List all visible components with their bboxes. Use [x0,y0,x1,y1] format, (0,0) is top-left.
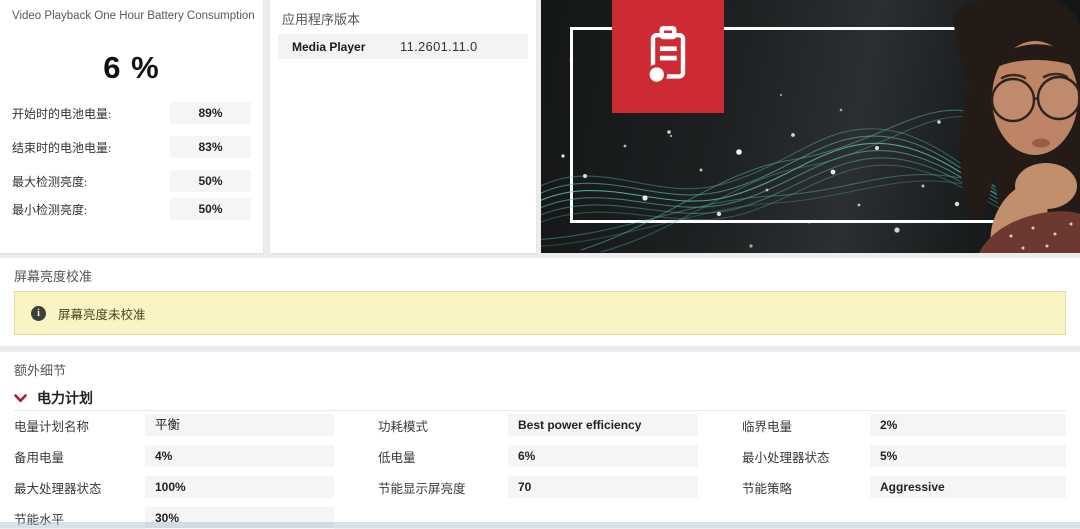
pp-value: 70 [508,476,698,498]
pp-label: 临界电量 [742,416,870,435]
battery-card-rows: 开始时的电池电量: 89% 结束时的电池电量: 83% 最大检测亮度: 50% … [12,102,251,232]
field-value: 50% [170,170,251,192]
pp-value: 平衡 [145,414,334,436]
battery-report-badge [612,0,724,113]
brightness-warning-text: 屏幕亮度未校准 [58,304,146,323]
battery-field-row: 最大检测亮度: 50% [12,170,251,192]
battery-card-title: Video Playback One Hour Battery Consumpt… [12,10,255,22]
pp-value: 2% [870,414,1066,436]
extra-details-title: 额外细节 [14,360,66,379]
brightness-section-title: 屏幕亮度校准 [14,266,92,285]
pp-label: 功耗模式 [378,416,508,435]
pp-label: 节能策略 [742,478,870,497]
field-value: 89% [170,102,251,124]
app-name: Media Player [292,40,400,54]
info-icon: i [31,306,46,321]
bottom-edge-tint [0,522,1080,528]
battery-field-row: 最小检测亮度: 50% [12,198,251,220]
app-version-card: 应用程序版本 Media Player 11.2601.11.0 [270,0,536,253]
field-value: 50% [170,198,251,220]
battery-consumption-card: Video Playback One Hour Battery Consumpt… [0,0,263,253]
battery-consumption-value: 6 % [0,50,263,86]
battery-field-row: 结束时的电池电量: 83% [12,136,251,158]
field-label: 最小检测亮度: [12,201,170,218]
power-plan-expander[interactable]: 电力计划 [14,388,93,408]
field-label: 结束时的电池电量: [12,139,170,156]
pp-value: Aggressive [870,476,1066,498]
field-value: 83% [170,136,251,158]
pp-label: 最大处理器状态 [14,478,145,497]
field-label: 最大检测亮度: [12,173,170,190]
app-version-number: 11.2601.11.0 [400,39,478,54]
pp-value: 4% [145,445,334,467]
field-label: 开始时的电池电量: [12,105,170,122]
app-version-row: Media Player 11.2601.11.0 [278,34,528,59]
brightness-warning-banner: i 屏幕亮度未校准 [14,291,1066,335]
pp-label: 低电量 [378,447,508,466]
pp-value: Best power efficiency [508,414,698,436]
pp-value: 6% [508,445,698,467]
app-version-title: 应用程序版本 [282,9,360,28]
woman-with-glasses-figure [953,0,1080,253]
pp-label: 备用电量 [14,447,145,466]
hero-banner-image [541,0,1080,253]
extra-details-section: 额外细节 电力计划 电量计划名称 平衡 功耗模式 Best power effi… [0,352,1080,528]
pp-value: 100% [145,476,334,498]
brightness-calibration-section: 屏幕亮度校准 i 屏幕亮度未校准 [0,258,1080,346]
chevron-down-icon[interactable] [14,394,27,403]
power-plan-grid: 电量计划名称 平衡 功耗模式 Best power efficiency 临界电… [14,414,1066,529]
pp-label: 最小处理器状态 [742,447,870,466]
battery-report-icon [633,12,703,102]
pp-label: 节能显示屏亮度 [378,478,508,497]
pp-value: 5% [870,445,1066,467]
divider [14,410,1066,411]
power-plan-title: 电力计划 [37,388,93,408]
pp-label: 电量计划名称 [14,416,145,435]
battery-field-row: 开始时的电池电量: 89% [12,102,251,124]
